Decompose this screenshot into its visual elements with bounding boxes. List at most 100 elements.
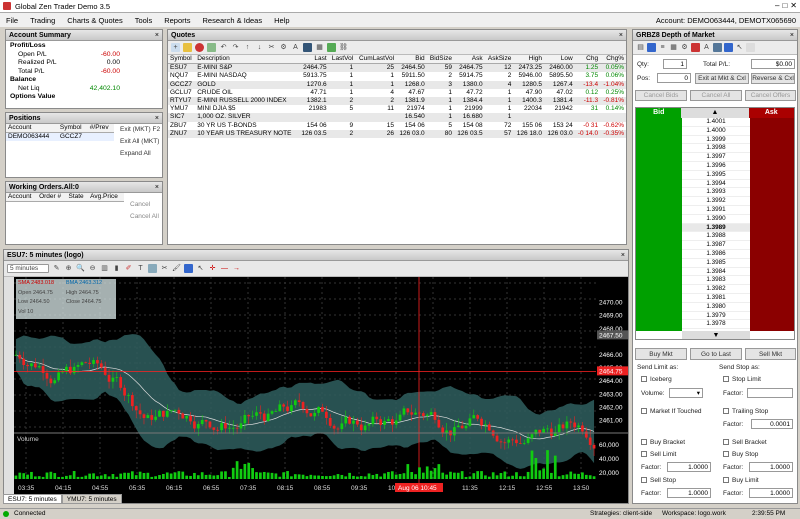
sell-mkt-button[interactable]: Sell Mkt xyxy=(745,348,796,360)
close-icon[interactable]: × xyxy=(155,182,159,193)
drawing-tool-icon[interactable]: ✐ xyxy=(124,264,133,273)
menu-reports[interactable]: Reports xyxy=(164,16,190,25)
save-icon[interactable] xyxy=(647,43,656,52)
dom-price-level[interactable]: 1.3998 xyxy=(682,144,750,154)
menu-charts-quotes[interactable]: Charts & Quotes xyxy=(67,16,122,25)
stop-limit-checkbox[interactable]: Stop Limit xyxy=(723,376,761,383)
quotes-col-3[interactable]: LastVol xyxy=(328,55,356,65)
dom-price-level[interactable]: 1.3985 xyxy=(682,258,750,268)
copy-icon[interactable] xyxy=(207,43,216,52)
dom-price-level[interactable]: 1.3980 xyxy=(682,302,750,312)
table-row[interactable]: YMU7 MINI DJIA $5 21983 5 11 21974 1 21999 1 2203… xyxy=(168,105,626,113)
dom-price-level[interactable]: 1.4001 xyxy=(682,118,750,127)
dom-price-level[interactable]: 1.3981 xyxy=(682,293,750,303)
hline-icon[interactable]: — xyxy=(220,264,229,273)
quotes-col-4[interactable]: CumLastVol xyxy=(355,55,397,65)
grid-icon[interactable]: ▦ xyxy=(315,43,324,52)
dom-price-level[interactable]: 1.3991 xyxy=(682,205,750,215)
print-icon[interactable]: ▤ xyxy=(636,43,645,52)
exit-all-button[interactable]: Exit All (MKT) xyxy=(120,136,160,148)
dom-price-level[interactable]: 1.3992 xyxy=(682,197,750,206)
cancel-bids-button[interactable]: Cancel Bids xyxy=(635,90,687,101)
table-row[interactable]: ZBU7 30 YR US T-BONDS 154 06 9 15 154 06 5 154 … xyxy=(168,122,626,130)
candlestick-icon[interactable]: ▮ xyxy=(112,264,121,273)
stop-factor-input[interactable] xyxy=(747,388,793,398)
add-icon[interactable]: + xyxy=(171,43,180,52)
bracket-factor-input[interactable]: 1.0000 xyxy=(667,462,711,472)
new-icon[interactable] xyxy=(183,43,192,52)
quotes-col-9[interactable]: High xyxy=(513,55,545,65)
cancel-all-button[interactable]: Cancel All xyxy=(690,90,742,101)
close-icon[interactable]: × xyxy=(155,113,159,124)
table-row[interactable]: GCLU7 CRUDE OIL 47.71 1 4 47.67 1 47.72 1 47.90 47… xyxy=(168,89,626,97)
zoom-out-icon[interactable]: ⊖ xyxy=(88,264,97,273)
maximize-icon[interactable]: □ xyxy=(782,1,787,10)
dom-price-level[interactable]: 1.3987 xyxy=(682,241,750,250)
trailing-stop-checkbox[interactable]: Trailing Stop xyxy=(723,408,768,415)
settings-icon[interactable]: ⚙ xyxy=(279,43,288,52)
table-row[interactable]: NQU7 E-MINI NASDAQ 5913.75 1 1 5911.50 2 5914.7… xyxy=(168,72,626,80)
quotes-col-7[interactable]: Ask xyxy=(453,55,485,65)
menu-tools[interactable]: Tools xyxy=(135,16,153,25)
list-icon[interactable]: ≡ xyxy=(658,43,667,52)
buy-limit-checkbox[interactable]: Buy Limit xyxy=(723,477,759,484)
dom-price-level[interactable]: 1.3995 xyxy=(682,170,750,180)
move-down-icon[interactable]: ↓ xyxy=(255,43,264,52)
table-row[interactable]: DEMO063444 GCCZ7 xyxy=(6,132,114,142)
col-symbol[interactable]: Symbol xyxy=(57,124,88,134)
minimize-icon[interactable]: – xyxy=(775,1,779,10)
dom-price-level[interactable]: 1.3988 xyxy=(682,232,750,242)
dom-price-level[interactable]: 1.3982 xyxy=(682,285,750,294)
font-icon[interactable]: A xyxy=(291,43,300,52)
quotes-col-0[interactable]: Symbol xyxy=(168,55,196,65)
search-icon[interactable]: 🔍 xyxy=(76,264,85,273)
buy-mkt-button[interactable]: Buy Mkt xyxy=(635,348,687,360)
interval-select[interactable]: 5 minutes xyxy=(7,264,49,273)
stop-factor-input-2[interactable]: 1.0000 xyxy=(749,488,793,498)
chart-icon[interactable] xyxy=(303,43,312,52)
stop-factor-input-1[interactable]: 1.0000 xyxy=(667,488,711,498)
link-icon[interactable]: ⛓ xyxy=(339,43,348,52)
sell-limit-checkbox[interactable]: Sell Limit xyxy=(641,451,676,458)
exit-mkt-cancel-button[interactable]: Exit at Mkt & Cxl xyxy=(695,73,749,84)
qty-stepper[interactable]: 1 xyxy=(663,59,687,69)
sell-stop-checkbox[interactable]: Sell Stop xyxy=(641,477,676,484)
close-order-icon[interactable] xyxy=(691,43,700,52)
quotes-col-1[interactable]: Description xyxy=(195,55,298,65)
trailing-value-input[interactable]: 0.0001 xyxy=(751,419,793,429)
ask-column[interactable] xyxy=(750,118,794,331)
menu-help[interactable]: Help xyxy=(274,16,289,25)
export-icon[interactable] xyxy=(327,43,336,52)
col-state[interactable]: State xyxy=(66,193,89,203)
dom-price-level[interactable]: 1.3978 xyxy=(682,320,750,330)
dom-price-level[interactable]: 1.3984 xyxy=(682,267,750,277)
bar-chart-icon[interactable]: ▥ xyxy=(100,264,109,273)
quotes-col-8[interactable]: AskSize xyxy=(484,55,514,65)
dom-price-level[interactable]: 1.3996 xyxy=(682,161,750,171)
redo-icon[interactable]: ↷ xyxy=(231,43,240,52)
quotes-col-12[interactable]: Chg% xyxy=(600,55,626,65)
dom-price-level[interactable]: 1.3979 xyxy=(682,311,750,321)
shield-icon[interactable] xyxy=(724,43,733,52)
move-up-icon[interactable]: ↑ xyxy=(243,43,252,52)
sell-bracket-checkbox[interactable]: Sell Bracket xyxy=(723,439,767,446)
dom-price-level[interactable]: 1.3990 xyxy=(682,214,750,224)
filter-icon[interactable] xyxy=(746,43,755,52)
tab-esu7[interactable]: ESU7: 5 minutes xyxy=(3,494,62,504)
scissors-icon[interactable]: ✂ xyxy=(267,43,276,52)
table-row[interactable]: ZNU7 10 YEAR US TREASURY NOTE 126 03.5 2 26 1… xyxy=(168,129,626,139)
close-icon[interactable]: ✕ xyxy=(790,1,797,10)
scissors-icon[interactable]: ✂ xyxy=(160,264,169,273)
cursor-icon[interactable]: ↖ xyxy=(196,264,205,273)
quotes-col-6[interactable]: BidSize xyxy=(426,55,454,65)
col-avg-price[interactable]: Avg.Price xyxy=(88,193,124,203)
volume-select[interactable]: ▾ xyxy=(669,388,703,398)
col-account[interactable]: Account xyxy=(6,193,38,203)
menu-file[interactable]: File xyxy=(6,16,18,25)
go-to-last-button[interactable]: Go to Last xyxy=(690,348,742,360)
quotes-col-2[interactable]: Last xyxy=(297,55,329,65)
mit-checkbox[interactable]: Market If Touched xyxy=(641,408,702,415)
cancel-offers-button[interactable]: Cancel Offers xyxy=(745,90,796,101)
delete-icon[interactable] xyxy=(195,43,204,52)
dom-price-level[interactable]: 1.3983 xyxy=(682,276,750,286)
